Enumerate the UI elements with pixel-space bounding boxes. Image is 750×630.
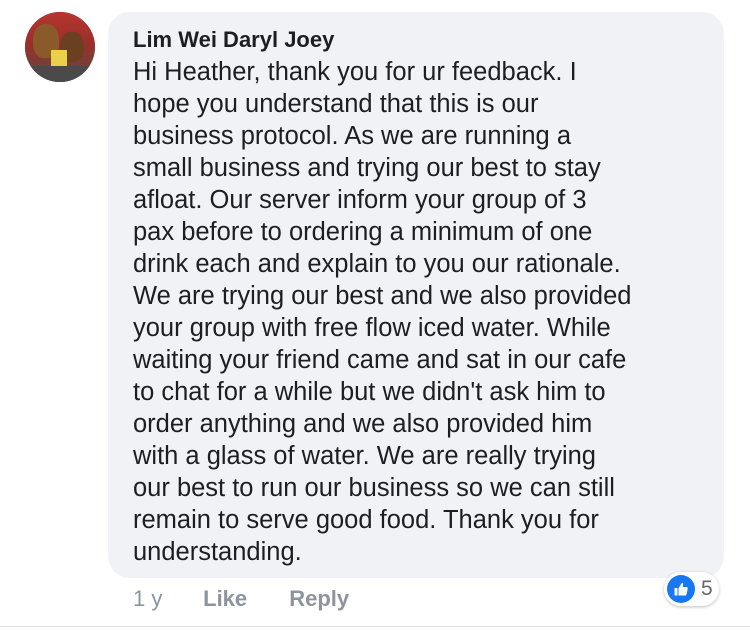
comment-line: Hi Heather, thank you for ur feedback. I xyxy=(133,58,577,86)
comment-actions: 1 y Like Reply xyxy=(133,586,349,612)
author-avatar[interactable] xyxy=(25,12,95,82)
comment-line: waiting your friend came and sat in our … xyxy=(133,346,627,374)
comment-line: with a glass of water. We are really try… xyxy=(133,442,596,470)
comment-line: afloat. Our server inform your group of … xyxy=(133,186,587,214)
comment-line: understanding. xyxy=(133,538,302,566)
reaction-summary[interactable]: 5 xyxy=(664,572,719,606)
comment-line: your group with free flow iced water. Wh… xyxy=(133,314,611,342)
comment-line: remain to serve good food. Thank you for xyxy=(133,506,599,534)
like-button[interactable]: Like xyxy=(203,586,283,612)
comment-timestamp[interactable]: 1 y xyxy=(133,586,197,612)
comment-line: business protocol. As we are running a xyxy=(133,122,572,150)
reaction-count: 5 xyxy=(701,577,713,600)
comment-line: We are trying our best and we also provi… xyxy=(133,282,632,310)
comment-line: our best to run our business so we can s… xyxy=(133,474,615,502)
comment-line: to chat for a while but we didn't ask hi… xyxy=(133,378,606,406)
thumbs-up-icon xyxy=(667,575,695,603)
comment-line: pax before to ordering a minimum of one xyxy=(133,218,593,246)
comment-body: Hi Heather, thank you for ur feedback. I… xyxy=(133,56,713,568)
comment-line: small business and trying our best to st… xyxy=(133,154,601,182)
comment-author-name[interactable]: Lim Wei Daryl Joey xyxy=(133,27,334,53)
reply-button[interactable]: Reply xyxy=(289,586,349,612)
avatar-floor xyxy=(25,66,95,82)
comment-line: hope you understand that this is our xyxy=(133,90,539,118)
comment-line: order anything and we also provided him xyxy=(133,410,593,438)
divider xyxy=(0,626,750,627)
comment-line: drink each and explain to you our ration… xyxy=(133,250,621,278)
